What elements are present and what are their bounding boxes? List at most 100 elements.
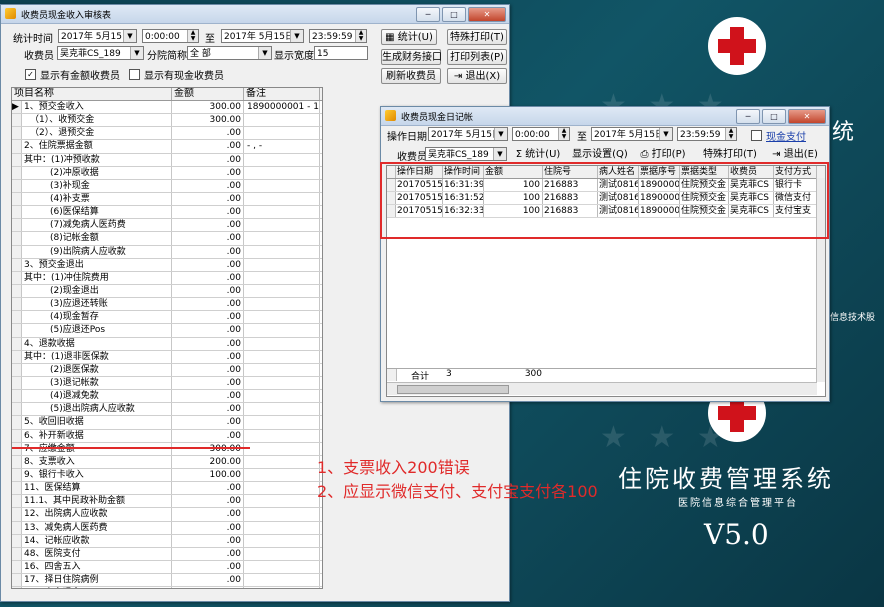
table-row[interactable]: 19、实交现金.00 [12, 587, 322, 588]
checkbox-empty-icon[interactable] [751, 130, 762, 141]
table-row[interactable]: 6、补开新收据 .00 [12, 429, 322, 443]
log-exit-button[interactable]: ⇥ 退出(E) [767, 146, 823, 162]
item-name-cell: 8、支票收入 [22, 455, 172, 468]
chevron-down-icon[interactable]: ▼ [258, 47, 271, 59]
log-cashier-select[interactable]: 吴克菲CS_189 ▼ [425, 147, 507, 161]
category-select[interactable]: 全 部 ▼ [187, 46, 272, 60]
maximize-button[interactable]: □ [442, 7, 466, 22]
table-row[interactable]: (5)退出院病人应收款 .00 [12, 403, 322, 417]
chevron-down-icon[interactable]: ▼ [659, 128, 672, 140]
horizontal-scrollbar[interactable] [387, 382, 817, 395]
table-row[interactable]: 其中：(1)冲预收款 .00 [12, 153, 322, 167]
table-row[interactable]: ▶ 1、预交金收入 300.00 1890000001 - 18 [12, 101, 322, 115]
remark-cell [244, 127, 320, 140]
spinner-icon[interactable]: ▲ ▼ [187, 30, 198, 42]
spinner-icon[interactable]: ▲ ▼ [558, 128, 569, 140]
table-row[interactable]: 9、银行卡收入 100.00 [12, 468, 322, 483]
table-row[interactable]: (3)应退还转账 .00 [12, 298, 322, 312]
table-row[interactable]: 11.1、其中民政补助金额 .00 [12, 495, 322, 509]
column-header[interactable]: 项目名称 [12, 88, 172, 100]
refresh-cashier-button[interactable]: 刷新收费员 [381, 68, 441, 84]
gen-finance-button[interactable]: 生成财务接口 [381, 49, 442, 65]
table-row[interactable]: （1）、收预交金 300.00 [12, 114, 322, 128]
chevron-down-icon[interactable]: ▼ [130, 47, 143, 59]
row-indicator [12, 429, 22, 442]
cashier-select[interactable]: 吴克菲CS_189 ▼ [57, 46, 144, 60]
table-row[interactable]: (3)补现金 .00 [12, 179, 322, 193]
amount-cell: .00 [172, 560, 244, 574]
checkbox-empty-icon[interactable] [129, 69, 140, 80]
log-date-to-picker[interactable]: 2017年 5月15日 ▼ [591, 127, 673, 141]
close-button[interactable]: ✕ [468, 7, 506, 22]
table-row[interactable]: （2）、退预交金 .00 [12, 127, 322, 141]
log-time-to-spinner[interactable]: 23:59:59 ▲ ▼ [677, 127, 737, 141]
log-date-from-picker[interactable]: 2017年 5月15日 ▼ [428, 127, 508, 141]
table-row[interactable]: (9)出院病人应收款 .00 [12, 245, 322, 259]
date-from-picker[interactable]: 2017年 5月15日 ▼ [58, 29, 137, 43]
amount-cell: .00 [172, 508, 244, 521]
table-row[interactable]: 3、预交金退出 .00 [12, 258, 322, 272]
table-row[interactable]: 7、应缴金额300.00 [12, 442, 322, 456]
minimize-button[interactable]: ─ [736, 109, 760, 124]
print-list-button[interactable]: 打印列表(P) [447, 49, 507, 65]
stat-button[interactable]: ▦ 统计(U) [381, 29, 437, 45]
log-print-button[interactable]: ⎙ 打印(P) [637, 146, 689, 162]
table-row[interactable]: 其中：(1)退非医保款 .00 [12, 350, 322, 364]
minimize-button[interactable]: ─ [416, 7, 440, 22]
table-row[interactable]: 2、住院票据金额 .00- , - [12, 140, 322, 154]
table-row[interactable]: 4、退款收据 .00 [12, 337, 322, 351]
desktop-app-name: 住院收费管理系统 [618, 465, 834, 493]
chevron-down-icon[interactable]: ▼ [123, 30, 136, 42]
table-row[interactable]: (5)应退还Pos .00 [12, 324, 322, 338]
table-row[interactable]: 16、四舍五入 .00 [12, 560, 322, 575]
table-row[interactable]: (2)冲原收据 .00 [12, 166, 322, 180]
close-button[interactable]: ✕ [788, 109, 826, 124]
table-row[interactable]: 48、医院支付 .00 [12, 547, 322, 561]
table-row[interactable]: (8)记帐金额 .00 [12, 232, 322, 246]
show-cash-checkbox[interactable]: 显示有现金收费员 [129, 67, 224, 82]
time-to-spinner[interactable]: 23:59:59 ▲ ▼ [309, 29, 367, 43]
display-settings-button[interactable]: 显示设置(Q) [571, 146, 629, 162]
table-row[interactable]: 14、记帐应收款 .00 [12, 534, 322, 548]
special-print-button[interactable]: 特殊打印(T) [447, 29, 507, 45]
total-amount: 300 [524, 369, 542, 379]
table-row[interactable]: 13、减免病人医药费 .00 [12, 521, 322, 535]
item-name-cell: (3)应退还转账 [22, 298, 172, 311]
scrollbar-thumb[interactable] [397, 385, 509, 394]
table-row[interactable]: 12、出院病人应收款 .00 [12, 508, 322, 522]
cash-pay-checkbox[interactable]: 现金支付 [751, 128, 806, 143]
chevron-down-icon[interactable]: ▼ [493, 148, 506, 160]
table-row[interactable]: (2)现金退出 .00 [12, 284, 322, 299]
table-row[interactable]: 其中：(1)冲住院费用 .00 [12, 271, 322, 285]
table-row[interactable]: (3)退记帐款 .00 [12, 376, 322, 391]
table-row[interactable]: (2)退医保款 .00 [12, 363, 322, 377]
amount-cell: .00 [172, 311, 244, 324]
exit-button[interactable]: ⇥ 退出(X) [447, 68, 507, 84]
table-row[interactable]: (6)医保结算 .00 [12, 206, 322, 220]
log-special-print-button[interactable]: 特殊打印(T) [701, 146, 759, 162]
column-header[interactable]: 备注 [244, 88, 320, 100]
column-header[interactable]: 金额 [172, 88, 244, 100]
spinner-icon[interactable]: ▲ ▼ [355, 30, 366, 42]
table-row[interactable]: (4)补支票 .00 [12, 192, 322, 207]
width-input[interactable]: 15 [314, 46, 368, 60]
maximize-button[interactable]: □ [762, 109, 786, 124]
table-row[interactable]: 5、收回旧收据 .00 [12, 416, 322, 430]
date-to-picker[interactable]: 2017年 5月15日 ▼ [221, 29, 304, 43]
log-print-label: 打印(P) [651, 149, 686, 160]
table-row[interactable]: (4)现金暂存 .00 [12, 311, 322, 325]
table-row[interactable]: (4)退减免款 .00 [12, 390, 322, 404]
amount-cell: 200.00 [172, 455, 244, 468]
chevron-down-icon[interactable]: ▼ [290, 30, 303, 42]
spinner-icon[interactable]: ▲ ▼ [725, 128, 736, 140]
checkbox-checked-icon[interactable]: ✓ [25, 69, 36, 80]
show-amount-checkbox[interactable]: ✓ 显示有金额收费员 [25, 67, 120, 82]
table-row[interactable]: 11、医保结算 .00 [12, 482, 322, 496]
table-row[interactable]: 17、择日住院病例 .00 [12, 574, 322, 588]
table-row[interactable]: (7)减免病人医药费 .00 [12, 219, 322, 233]
chevron-down-icon[interactable]: ▼ [494, 128, 507, 140]
log-time-from-spinner[interactable]: 0:00:00 ▲ ▼ [512, 127, 570, 141]
table-row[interactable]: 8、支票收入 200.00 [12, 455, 322, 469]
time-from-spinner[interactable]: 0:00:00 ▲ ▼ [142, 29, 199, 43]
log-stat-button[interactable]: Σ 统计(U) [511, 146, 565, 162]
